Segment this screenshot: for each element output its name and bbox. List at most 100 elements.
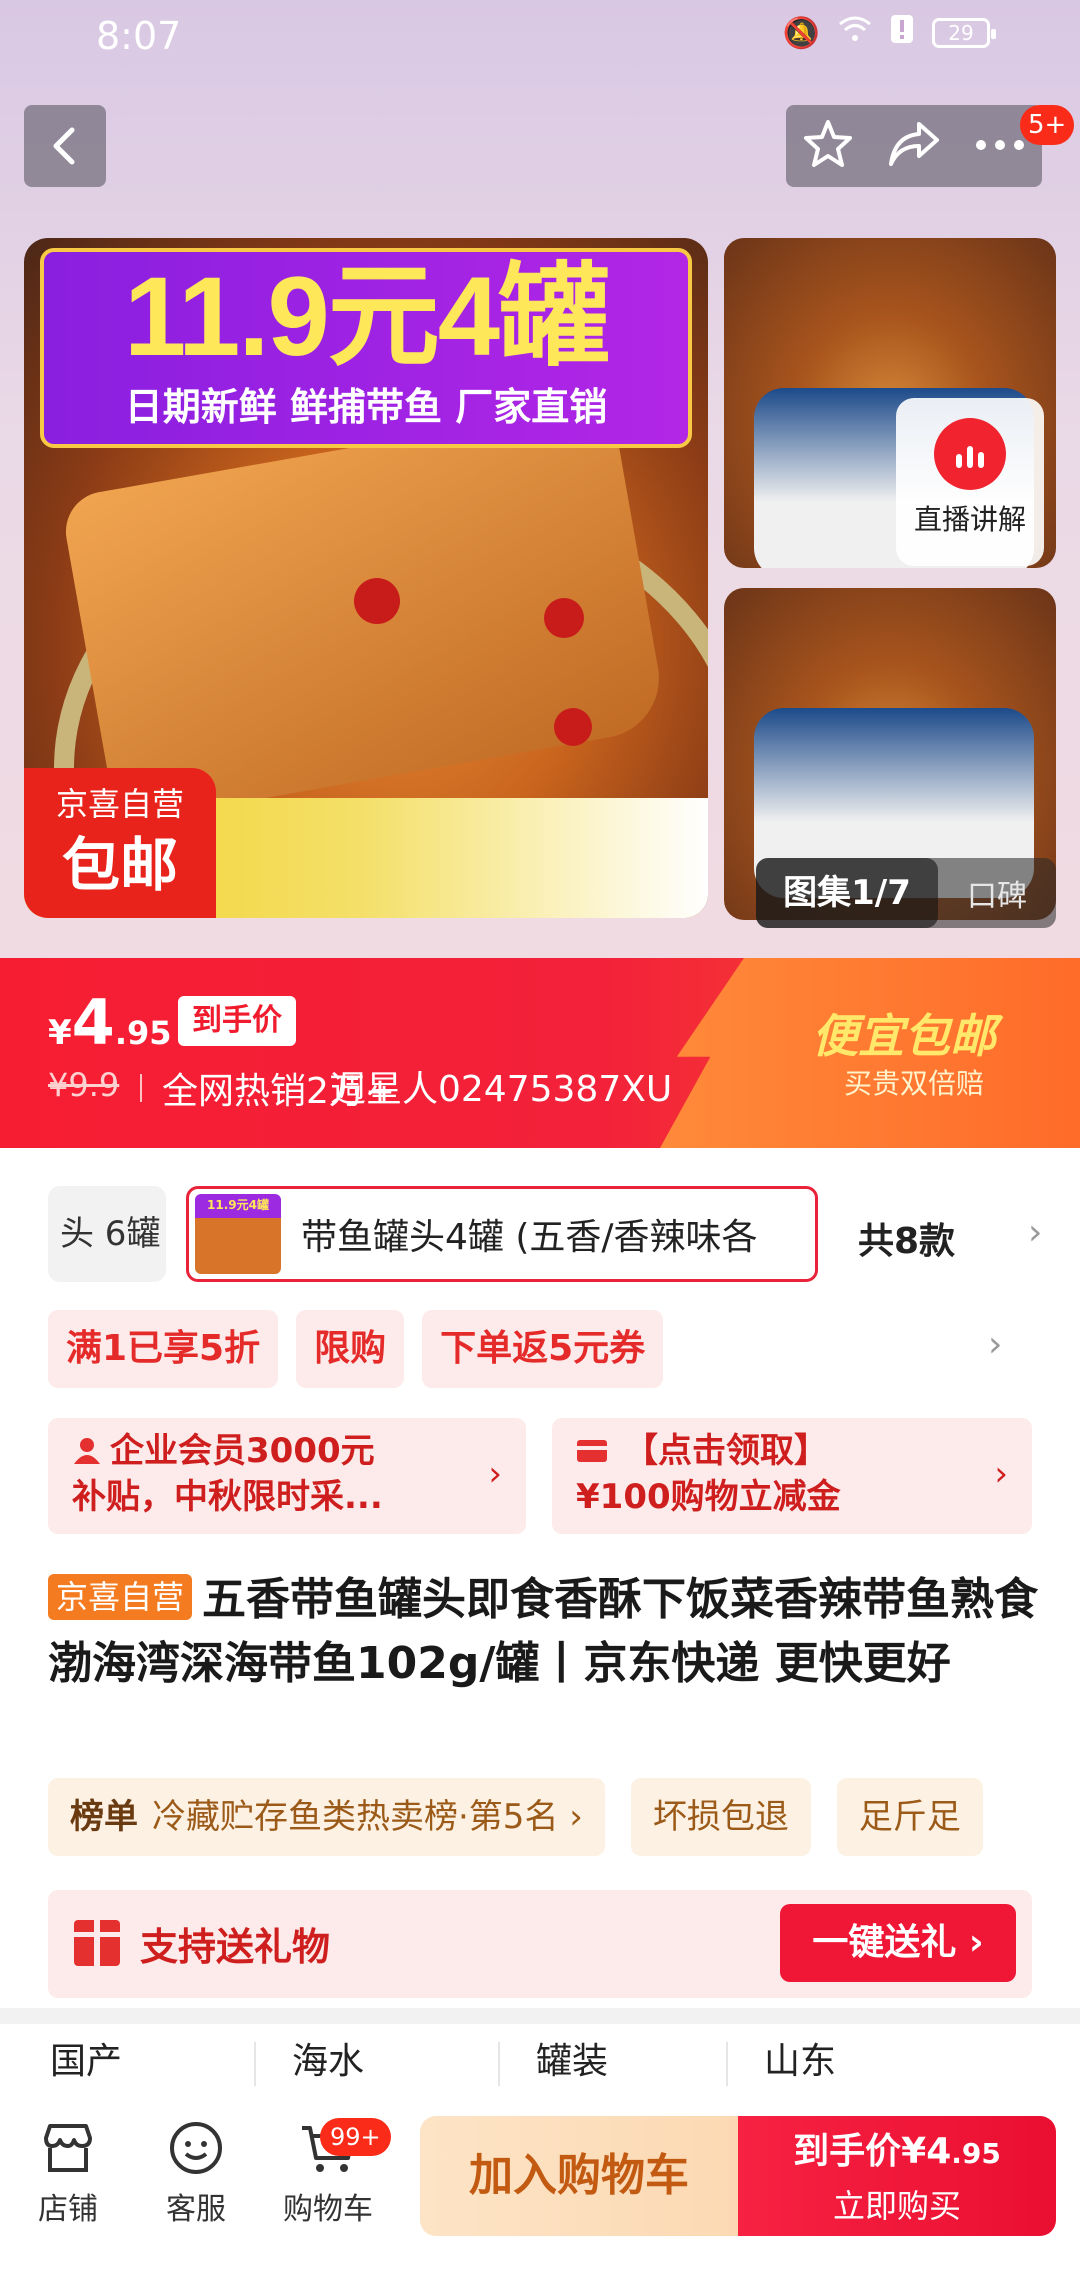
service-label: 客服 (166, 2192, 226, 2227)
buy-price-line: 到手价¥4.95 (793, 2131, 1001, 2172)
coupon-line2: ¥100购物立减金 (576, 1477, 841, 1517)
back-button[interactable] (24, 105, 106, 187)
final-price: ¥4.95 (48, 986, 172, 1059)
promo-chip: 满1已享5折 (48, 1310, 279, 1388)
bottom-action-bar: 店铺 客服 购物车 99+ 加入购物车 到手价¥4.95 立即购买 (0, 2094, 1080, 2280)
share-icon (888, 122, 939, 166)
self-tag-line2: 包邮 (61, 831, 178, 899)
chevron-left-icon (53, 127, 75, 165)
status-bar: 8:07 🔕 29 (0, 0, 1080, 80)
variant-option-prev[interactable]: 头 6罐 (48, 1186, 166, 1282)
price-bar: ¥4.95 到手价 ¥9.9 全网热销2万+ 便宜包邮 买贵双倍赔 (0, 958, 1080, 1148)
ranking-tag[interactable]: 榜单 冷藏贮存鱼类热卖榜·第5名 › (48, 1778, 605, 1856)
coupon-line2: 补贴，中秋限时采... (72, 1477, 383, 1517)
watermark-text: 週星人02475387XU (330, 1069, 673, 1110)
more-button[interactable] (974, 137, 1026, 156)
promo-chip: 下单返5元券 (422, 1310, 664, 1388)
live-explain-button[interactable]: 直播讲解 (896, 398, 1044, 566)
battery-icon: 29 (932, 18, 996, 48)
divider (140, 1074, 142, 1102)
promo-banner-subtitle: 日期新鲜 鲜捕带鱼 厂家直销 (124, 385, 608, 429)
spec-type: 海水 (292, 2041, 365, 2082)
price-guarantee-text: 买贵双倍赔 (844, 1067, 985, 1100)
chili-decoration (544, 598, 584, 638)
price-currency: ¥ (48, 1013, 72, 1053)
favorite-button[interactable] (802, 118, 854, 174)
add-to-cart-button[interactable]: 加入购物车 (420, 2116, 738, 2236)
spec-region: 山东 (764, 2041, 837, 2082)
service-tag-return[interactable]: 坏损包退 (630, 1778, 811, 1856)
card-icon (577, 1440, 607, 1462)
gift-bar: 支持送礼物 一键送礼 › (48, 1890, 1032, 1998)
gift-icon (70, 1914, 124, 1966)
cheap-shipping-title: 便宜包邮 (812, 1009, 996, 1063)
ranking-text: 冷藏贮存鱼类热卖榜·第5名 › (152, 1797, 583, 1837)
mute-icon: 🔕 (782, 15, 820, 51)
tab-gallery[interactable]: 图集1/7 (756, 858, 938, 928)
wifi-icon (838, 14, 872, 52)
product-title-block: 京喜自营 五香带鱼罐头即食香酥下饭菜香辣带鱼熟食渤海湾深海带鱼102g/罐丨京东快… (48, 1568, 1038, 1696)
coupon-line1: 【点击领取】 (576, 1428, 972, 1474)
share-button[interactable] (887, 120, 941, 172)
store-label: 店铺 (38, 2192, 98, 2227)
cart-label: 购物车 (283, 2192, 373, 2227)
variant-selector: 头 6罐 11.9元4罐 带鱼罐头4罐 (五香/香辣味各 共8款 › (48, 1186, 1068, 1282)
variant-thumb-text: 11.9元4罐 (207, 1198, 269, 1212)
price-integer: 4 (71, 986, 115, 1059)
service-tags: 榜单 冷藏贮存鱼类热卖榜·第5名 › 坏损包退 足斤足 (48, 1778, 1080, 1856)
shopping-coupon[interactable]: 【点击领取】 ¥100购物立减金 › (552, 1418, 1032, 1534)
price-type-tag: 到手价 (178, 996, 296, 1046)
status-icons: 🔕 29 (782, 14, 996, 52)
self-tag-line1: 京喜自营 (55, 785, 184, 823)
store-button[interactable]: 店铺 (8, 2118, 128, 2228)
ranking-label: 榜单 (70, 1797, 138, 1837)
original-price: ¥9.9 (48, 1066, 120, 1104)
variant-thumbnail: 11.9元4罐 (195, 1194, 281, 1274)
main-product-image[interactable]: 11.9元4罐 日期新鲜 鲜捕带鱼 厂家直销 京喜自营 包邮 (24, 238, 708, 918)
buy-now-button[interactable]: 到手价¥4.95 立即购买 (738, 2116, 1056, 2236)
variant-option-selected[interactable]: 11.9元4罐 带鱼罐头4罐 (五香/香辣味各 (186, 1186, 818, 1282)
variant-label: 带鱼罐头4罐 (五香/香辣味各 (301, 1217, 758, 1258)
chevron-right-icon[interactable]: › (1028, 1212, 1042, 1253)
alert-icon (890, 14, 914, 52)
coupon-line1: 企业会员3000元 (72, 1428, 466, 1474)
gift-label: 支持送礼物 (140, 1925, 331, 1969)
promo-banner-title: 11.9元4罐 (123, 254, 610, 379)
divider (498, 2042, 500, 2086)
star-icon (804, 120, 853, 167)
spec-package: 罐装 (536, 2041, 609, 2082)
service-icon (170, 2122, 222, 2174)
enterprise-coupon[interactable]: 企业会员3000元 补贴，中秋限时采... › (48, 1418, 526, 1534)
self-operated-tag: 京喜自营 包邮 (24, 768, 216, 918)
spec-strip: 国产 海水 罐装 山东 (0, 2024, 1080, 2094)
user-icon (74, 1438, 100, 1464)
cart-count-badge: 99+ (320, 2118, 391, 2156)
message-badge: 5+ (1020, 105, 1075, 145)
promo-banner: 11.9元4罐 日期新鲜 鲜捕带鱼 厂家直销 (40, 248, 692, 448)
chevron-right-icon: › (994, 1454, 1008, 1494)
send-gift-button[interactable]: 一键送礼 › (780, 1904, 1016, 1982)
price-decimal: .95 (114, 1014, 172, 1052)
self-operated-badge: 京喜自营 (48, 1574, 193, 1620)
promo-chip: 限购 (296, 1310, 405, 1388)
chevron-right-icon: › (988, 1324, 1003, 1365)
variant-count[interactable]: 共8款 (858, 1212, 955, 1264)
tab-reviews[interactable]: 口碑 (938, 871, 1056, 915)
more-icon (975, 139, 1024, 150)
customer-service-button[interactable]: 客服 (136, 2118, 256, 2228)
product-info: 头 6罐 11.9元4罐 带鱼罐头4罐 (五香/香辣味各 共8款 › 满1已享5… (0, 1148, 1080, 2008)
live-icon (934, 418, 1006, 490)
divider (254, 2042, 256, 2086)
gallery-tabs: 图集1/7 口碑 (756, 858, 1056, 928)
live-label: 直播讲解 (913, 503, 1026, 536)
service-tag-weight[interactable]: 足斤足 (836, 1778, 983, 1856)
status-time: 8:07 (96, 14, 182, 58)
spec-origin: 国产 (50, 2041, 123, 2082)
product-title: 五香带鱼罐头即食香酥下饭菜香辣带鱼熟食渤海湾深海带鱼102g/罐丨京东快递 更快… (48, 1574, 1039, 1689)
header-actions (786, 105, 1042, 187)
chili-decoration (554, 708, 592, 746)
store-icon (44, 2124, 92, 2172)
buy-now-label: 立即购买 (832, 2187, 961, 2225)
chevron-right-icon: › (488, 1454, 502, 1494)
promotion-row[interactable]: 满1已享5折 限购 下单返5元券 › (48, 1310, 1048, 1388)
